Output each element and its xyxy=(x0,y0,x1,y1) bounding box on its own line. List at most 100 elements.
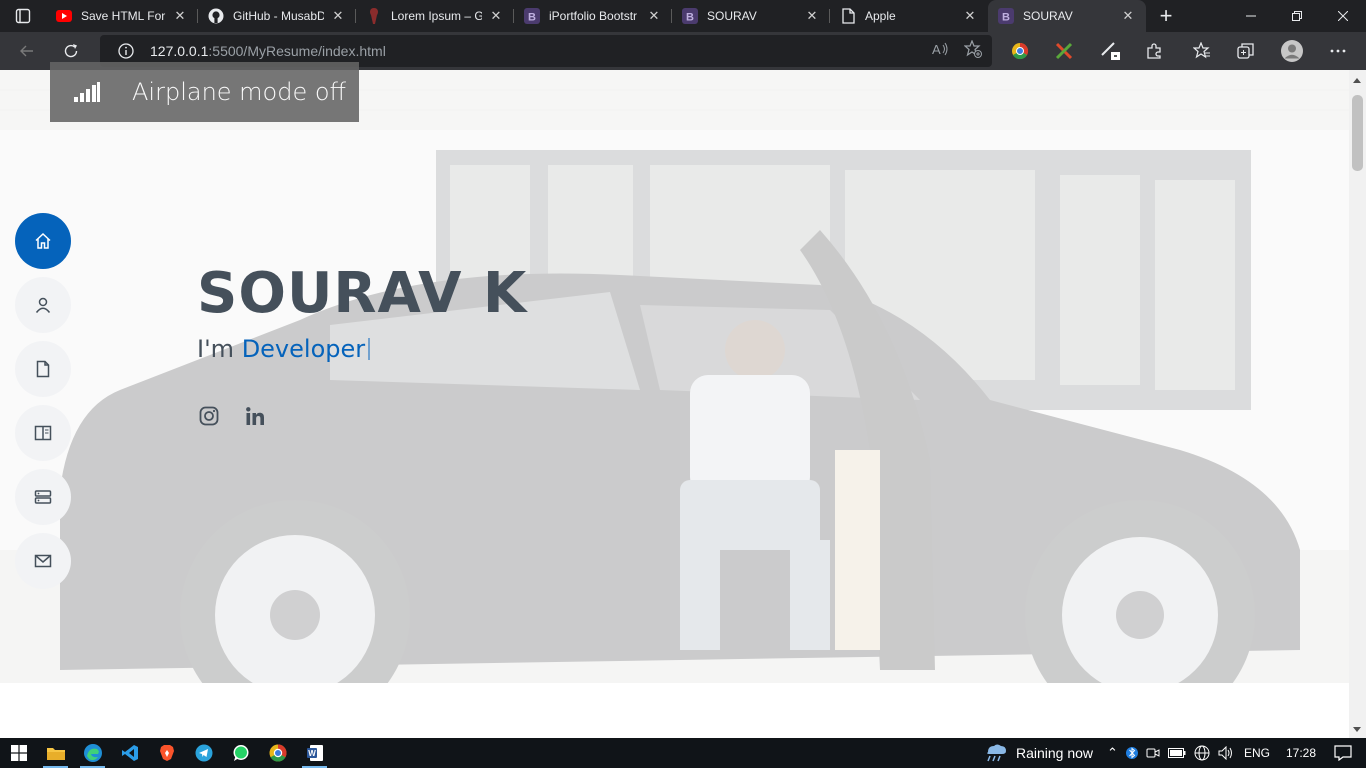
linkedin-link[interactable] xyxy=(245,406,265,431)
tab-close-icon[interactable]: ✕ xyxy=(330,8,346,24)
clock-time[interactable]: 17:28 xyxy=(1286,746,1316,760)
tab-close-icon[interactable]: ✕ xyxy=(1120,8,1136,24)
browser-tab-strip: Save HTML Form ✕ GitHub - MusabD ✕ Lorem… xyxy=(0,0,1366,32)
collections-icon xyxy=(1237,43,1254,59)
chevron-up-icon[interactable]: ⌃ xyxy=(1107,745,1118,761)
file-icon xyxy=(36,360,50,378)
svg-text:A: A xyxy=(932,42,941,57)
tagline-typed: Developer xyxy=(241,335,366,364)
instagram-link[interactable] xyxy=(199,406,219,431)
taskbar-whatsapp[interactable] xyxy=(222,738,259,768)
scrollbar-thumb[interactable] xyxy=(1352,95,1363,171)
taskbar-word[interactable]: W xyxy=(296,738,333,768)
add-favorite-icon[interactable] xyxy=(963,38,982,63)
extension-pen-button[interactable] xyxy=(1100,32,1122,70)
tab-github[interactable]: GitHub - MusabD ✕ xyxy=(198,0,356,32)
tab-apple[interactable]: Apple ✕ xyxy=(830,0,988,32)
tab-lorem-ipsum[interactable]: Lorem Ipsum – Ge ✕ xyxy=(356,0,514,32)
globe-icon[interactable] xyxy=(1194,745,1210,761)
tab-close-icon[interactable]: ✕ xyxy=(646,8,662,24)
settings-menu-button[interactable] xyxy=(1330,32,1346,70)
nav-contact[interactable] xyxy=(15,533,71,589)
word-icon: W xyxy=(306,745,323,761)
back-button[interactable] xyxy=(12,36,42,66)
meet-now-icon[interactable] xyxy=(1146,746,1160,760)
start-button[interactable] xyxy=(0,738,37,768)
tab-actions-button[interactable] xyxy=(0,0,46,32)
svg-text:B: B xyxy=(1002,12,1010,24)
tab-iportfolio[interactable]: B iPortfolio Bootstr ✕ xyxy=(514,0,672,32)
taskbar-file-explorer[interactable] xyxy=(37,738,74,768)
tab-close-icon[interactable]: ✕ xyxy=(172,8,188,24)
tab-close-icon[interactable]: ✕ xyxy=(804,8,820,24)
book-icon xyxy=(34,425,52,441)
extension-chrome-button[interactable] xyxy=(1011,32,1029,70)
reload-icon xyxy=(64,44,78,58)
chrome-icon xyxy=(269,744,287,762)
signal-bars-icon xyxy=(74,82,100,102)
hero-tagline: I'm Developer xyxy=(197,335,527,363)
tab-sourav[interactable]: B SOURAV ✕ xyxy=(672,0,830,32)
profile-button[interactable] xyxy=(1280,32,1304,70)
tab-actions-icon xyxy=(15,8,31,24)
scroll-down-icon[interactable] xyxy=(1353,727,1361,732)
minimize-button[interactable] xyxy=(1228,0,1274,32)
tab-title: Save HTML Form xyxy=(81,9,166,23)
page-scrollbar[interactable] xyxy=(1349,70,1366,738)
taskbar-telegram[interactable] xyxy=(185,738,222,768)
plus-icon: + xyxy=(1159,3,1173,28)
nav-home[interactable] xyxy=(15,213,71,269)
extensions-button[interactable] xyxy=(1145,32,1163,70)
nav-services[interactable] xyxy=(15,469,71,525)
nav-about[interactable] xyxy=(15,277,71,333)
person-icon xyxy=(35,297,51,313)
taskbar-chrome[interactable] xyxy=(259,738,296,768)
avatar xyxy=(1281,40,1303,62)
taskbar-brave[interactable] xyxy=(148,738,185,768)
taskbar-edge[interactable] xyxy=(74,738,111,768)
notification-icon[interactable] xyxy=(1334,745,1352,761)
nav-portfolio[interactable] xyxy=(15,405,71,461)
edge-icon xyxy=(83,744,102,762)
tools-extension-icon xyxy=(1055,42,1073,60)
site-info-icon[interactable] xyxy=(116,43,136,59)
folder-icon xyxy=(46,748,65,760)
tab-title: SOURAV xyxy=(707,9,757,23)
extension-tools-button[interactable] xyxy=(1055,32,1073,70)
volume-muted-icon[interactable] xyxy=(1218,746,1234,760)
github-icon xyxy=(208,8,224,24)
taskbar-vscode[interactable] xyxy=(111,738,148,768)
bluetooth-icon[interactable] xyxy=(1125,745,1138,761)
nav-resume[interactable] xyxy=(15,341,71,397)
rain-cloud-icon[interactable] xyxy=(982,742,1008,764)
minimize-icon xyxy=(1246,15,1256,17)
airplane-mode-toast: Airplane mode off xyxy=(50,62,359,122)
tab-sourav-active[interactable]: B SOURAV ✕ xyxy=(988,0,1146,32)
favorites-star-icon xyxy=(1193,42,1210,59)
svg-text:B: B xyxy=(686,12,694,24)
colorful-extension-icon xyxy=(1012,42,1029,60)
envelope-icon xyxy=(34,554,52,568)
new-tab-button[interactable]: + xyxy=(1146,0,1186,32)
scroll-up-icon[interactable] xyxy=(1353,78,1361,83)
read-aloud-icon[interactable]: A xyxy=(932,41,950,62)
social-links xyxy=(199,406,265,431)
battery-icon[interactable] xyxy=(1167,748,1186,758)
language-indicator[interactable]: ENG xyxy=(1244,746,1270,760)
collections-button[interactable] xyxy=(1237,32,1255,70)
tab-save-html-form[interactable]: Save HTML Form ✕ xyxy=(46,0,198,32)
favorites-button[interactable] xyxy=(1193,32,1211,70)
close-window-button[interactable] xyxy=(1320,0,1366,32)
tab-close-icon[interactable]: ✕ xyxy=(962,8,978,24)
more-dots-icon xyxy=(1330,49,1346,53)
restore-button[interactable] xyxy=(1274,0,1320,32)
restore-icon xyxy=(1292,11,1302,21)
tab-close-icon[interactable]: ✕ xyxy=(488,8,504,24)
window-controls xyxy=(1228,0,1366,32)
system-tray: Raining now ⌃ ENG 17:28 xyxy=(982,738,1366,768)
tab-title: iPortfolio Bootstr xyxy=(549,9,638,23)
typing-cursor xyxy=(368,338,371,361)
weather-text[interactable]: Raining now xyxy=(1016,745,1093,761)
tab-title: GitHub - MusabD xyxy=(233,9,324,23)
side-navigation xyxy=(15,213,71,589)
